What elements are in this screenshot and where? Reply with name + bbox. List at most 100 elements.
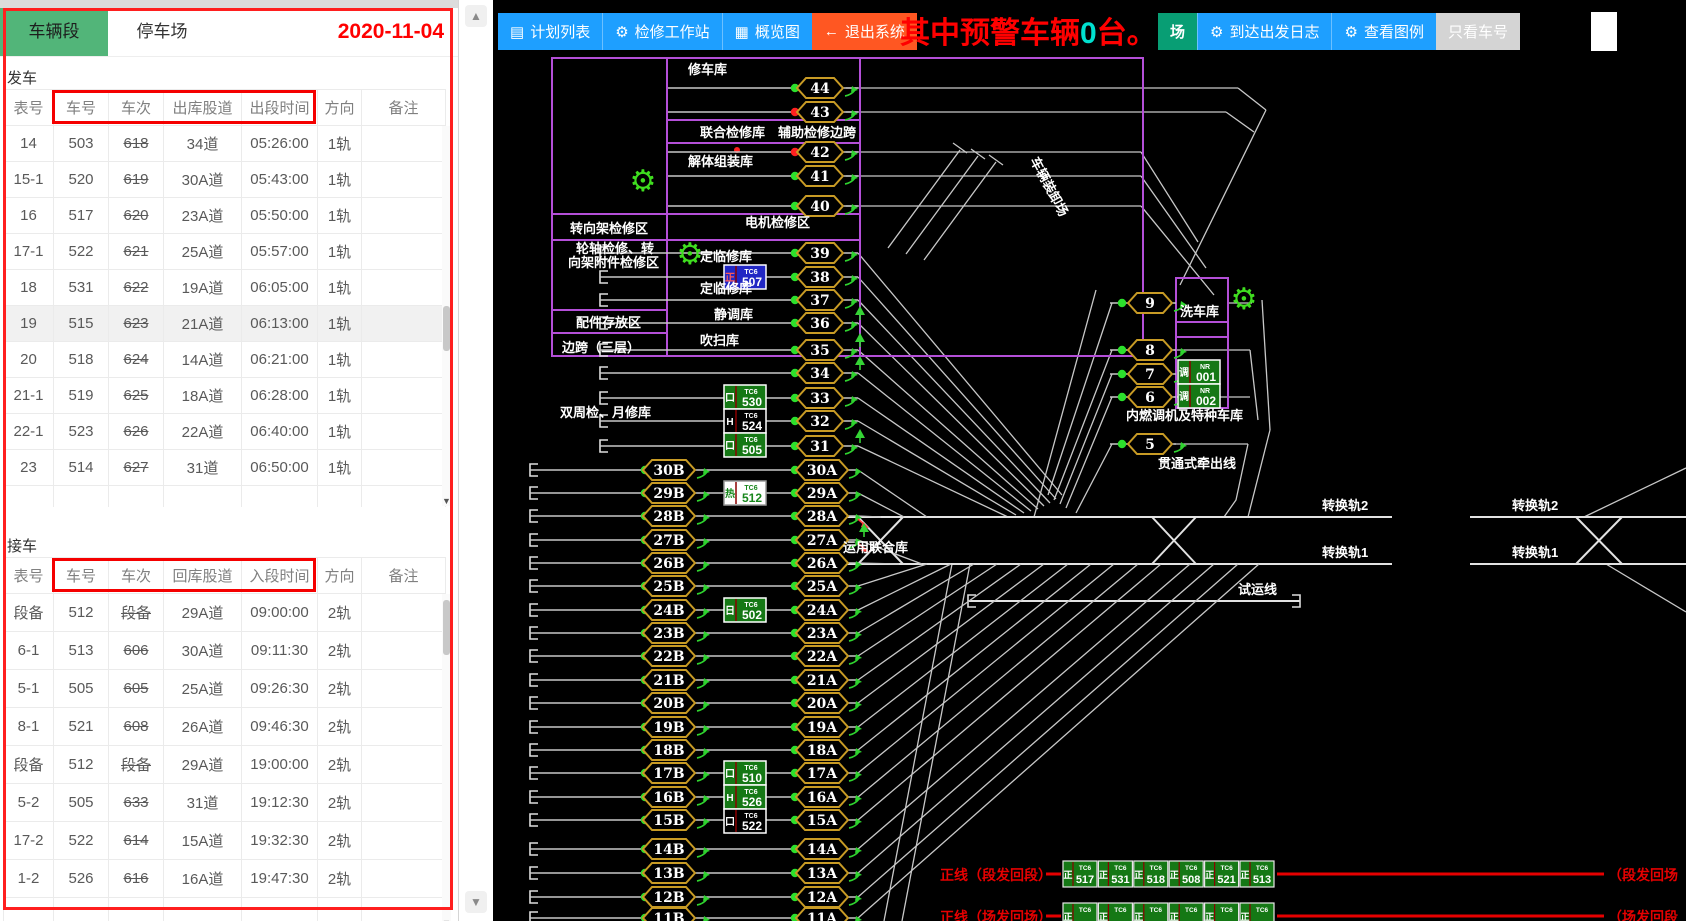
track-badge-5[interactable]: 5 (1128, 434, 1172, 454)
track-badge-28B[interactable]: 28B (643, 506, 695, 526)
track-badge-22A[interactable]: 22A (796, 646, 848, 666)
table-row[interactable]: 21-151962518A道06:28:001轨 (4, 378, 446, 414)
overview-map-button[interactable]: ▦ 概览图 (722, 13, 812, 50)
track-badge-17A[interactable]: 17A (796, 763, 848, 783)
track-badge-9[interactable]: 9 (1128, 293, 1172, 313)
track-badge-14A[interactable]: 14A (796, 839, 848, 859)
track-badge-33[interactable]: 33 (797, 388, 843, 408)
mainline-train-badge-4[interactable]: 正TC6 (1205, 903, 1239, 921)
page-scrollbar[interactable]: ▲ ▼ (458, 0, 493, 921)
track-badge-30A[interactable]: 30A (796, 460, 848, 480)
track-badge-26B[interactable]: 26B (643, 553, 695, 573)
track-badge-11A[interactable]: 11A (796, 908, 848, 921)
train-badge-001[interactable]: 调NR001 (1178, 360, 1220, 384)
table-row[interactable]: 1651762023A道05:50:001轨 (4, 198, 446, 234)
track-badge-12A[interactable]: 12A (796, 887, 848, 907)
plan-list-button[interactable]: ▤ 计划列表 (498, 13, 602, 50)
table-row[interactable]: 1951562321A道06:13:001轨 (4, 306, 446, 342)
table-row[interactable]: 2051862414A道06:21:001轨 (4, 342, 446, 378)
track-badge-16A[interactable]: 16A (796, 787, 848, 807)
track-badge-44[interactable]: 44 (797, 78, 843, 98)
arrive-scroll-thumb[interactable] (443, 600, 450, 655)
track-badge-8[interactable]: 8 (1128, 340, 1172, 360)
arrival-departure-log-button[interactable]: ⚙ 到达出发日志 (1197, 13, 1331, 50)
maintenance-workstation-button[interactable]: ⚙ 检修工作站 (602, 13, 721, 50)
table-row[interactable]: 17-252261415A道19:32:302轨 (4, 822, 446, 860)
track-badge-12B[interactable]: 12B (643, 887, 695, 907)
track-badge-7[interactable]: 7 (1128, 364, 1172, 384)
track-badge-27B[interactable]: 27B (643, 530, 695, 550)
track-badge-29A[interactable]: 29A (796, 483, 848, 503)
mainline-train-badge-0[interactable]: 正TC6 (1063, 903, 1097, 921)
track-badge-25A[interactable]: 25A (796, 576, 848, 596)
track-badge-22B[interactable]: 22B (643, 646, 695, 666)
tab-depot[interactable]: 车辆段 (0, 8, 108, 56)
train-badge-524[interactable]: HTC6524 (724, 409, 766, 433)
track-badge-18B[interactable]: 18B (643, 740, 695, 760)
track-badge-38[interactable]: 38 (797, 267, 843, 287)
mainline-train-badge-3[interactable]: 正TC6 (1169, 903, 1203, 921)
mainline-train-badge-513[interactable]: 正TC6513 (1240, 861, 1274, 887)
table-row[interactable]: 22-152362622A道06:40:001轨 (4, 414, 446, 450)
track-badge-27A[interactable]: 27A (796, 530, 848, 550)
train-badge-505[interactable]: 口TC6505 (724, 433, 766, 457)
track-badge-23A[interactable]: 23A (796, 623, 848, 643)
train-badge-502[interactable]: 日TC6502 (724, 598, 766, 622)
mainline-train-badge-1[interactable]: 正TC6 (1098, 903, 1132, 921)
train-badge-530[interactable]: 口TC6530 (724, 385, 766, 409)
only-car-number-button[interactable]: 只看车号 (1436, 13, 1520, 50)
track-badge-36[interactable]: 36 (797, 313, 843, 333)
table-row[interactable]: 6-151360630A道09:11:302轨 (4, 632, 446, 670)
track-badge-30B[interactable]: 30B (643, 460, 695, 480)
track-badge-14B[interactable]: 14B (643, 839, 695, 859)
track-badge-31[interactable]: 31 (797, 436, 843, 456)
mainline-train-badge-2[interactable]: 正TC6 (1134, 903, 1168, 921)
depart-scroll-thumb[interactable] (443, 306, 450, 351)
table-row[interactable]: 2351462731道06:50:001轨 (4, 450, 446, 486)
track-badge-34[interactable]: 34 (797, 363, 843, 383)
track-badge-37[interactable]: 37 (797, 290, 843, 310)
table-row[interactable]: 17-152262125A道05:57:001轨 (4, 234, 446, 270)
view-legend-button[interactable]: ⚙ 查看图例 (1331, 13, 1435, 50)
track-badge-6[interactable]: 6 (1128, 387, 1172, 407)
arrive-scrollbar[interactable]: ▼ (442, 594, 451, 921)
track-badge-13A[interactable]: 13A (796, 863, 848, 883)
yard-button[interactable]: 场 (1158, 13, 1197, 50)
track-badge-21A[interactable]: 21A (796, 670, 848, 690)
track-badge-24B[interactable]: 24B (643, 600, 695, 620)
track-badge-39[interactable]: 39 (797, 243, 843, 263)
track-badge-15A[interactable]: 15A (796, 810, 848, 830)
table-row[interactable]: 8-152160826A道09:46:302轨 (4, 708, 446, 746)
track-badge-24A[interactable]: 24A (796, 600, 848, 620)
track-badge-29B[interactable]: 29B (643, 483, 695, 503)
track-badge-35[interactable]: 35 (797, 340, 843, 360)
table-row[interactable] (4, 486, 446, 508)
track-badge-15B[interactable]: 15B (643, 810, 695, 830)
table-row[interactable]: 5-250563331道19:12:302轨 (4, 784, 446, 822)
track-badge-42[interactable]: 42 (797, 142, 843, 162)
scroll-down-icon[interactable]: ▼ (465, 891, 487, 913)
mainline-train-badge-508[interactable]: 正TC6508 (1169, 861, 1203, 887)
train-badge-522[interactable]: 口TC6522 (724, 809, 766, 833)
mainline-train-badge-518[interactable]: 正TC6518 (1134, 861, 1168, 887)
train-badge-002[interactable]: 调NR002 (1178, 384, 1220, 408)
track-badge-18A[interactable]: 18A (796, 740, 848, 760)
train-badge-510[interactable]: 口TC6510 (724, 761, 766, 785)
table-row[interactable]: 15-152061930A道05:43:001轨 (4, 162, 446, 198)
table-row[interactable] (4, 898, 446, 921)
track-badge-23B[interactable]: 23B (643, 623, 695, 643)
mainline-train-badge-521[interactable]: 正TC6521 (1205, 861, 1239, 887)
track-badge-13B[interactable]: 13B (643, 863, 695, 883)
track-badge-26A[interactable]: 26A (796, 553, 848, 573)
train-badge-512[interactable]: 热TC6512 (724, 481, 766, 505)
track-badge-19A[interactable]: 19A (796, 717, 848, 737)
mainline-train-badge-531[interactable]: 正TC6531 (1098, 861, 1132, 887)
track-badge-20B[interactable]: 20B (643, 693, 695, 713)
table-row[interactable]: 段备512段备29A道09:00:002轨 (4, 594, 446, 632)
track-badge-41[interactable]: 41 (797, 166, 843, 186)
track-badge-25B[interactable]: 25B (643, 576, 695, 596)
track-badge-21B[interactable]: 21B (643, 670, 695, 690)
track-badge-40[interactable]: 40 (797, 196, 843, 216)
mainline-train-badge-5[interactable]: 正TC6 (1240, 903, 1274, 921)
track-badge-28A[interactable]: 28A (796, 506, 848, 526)
